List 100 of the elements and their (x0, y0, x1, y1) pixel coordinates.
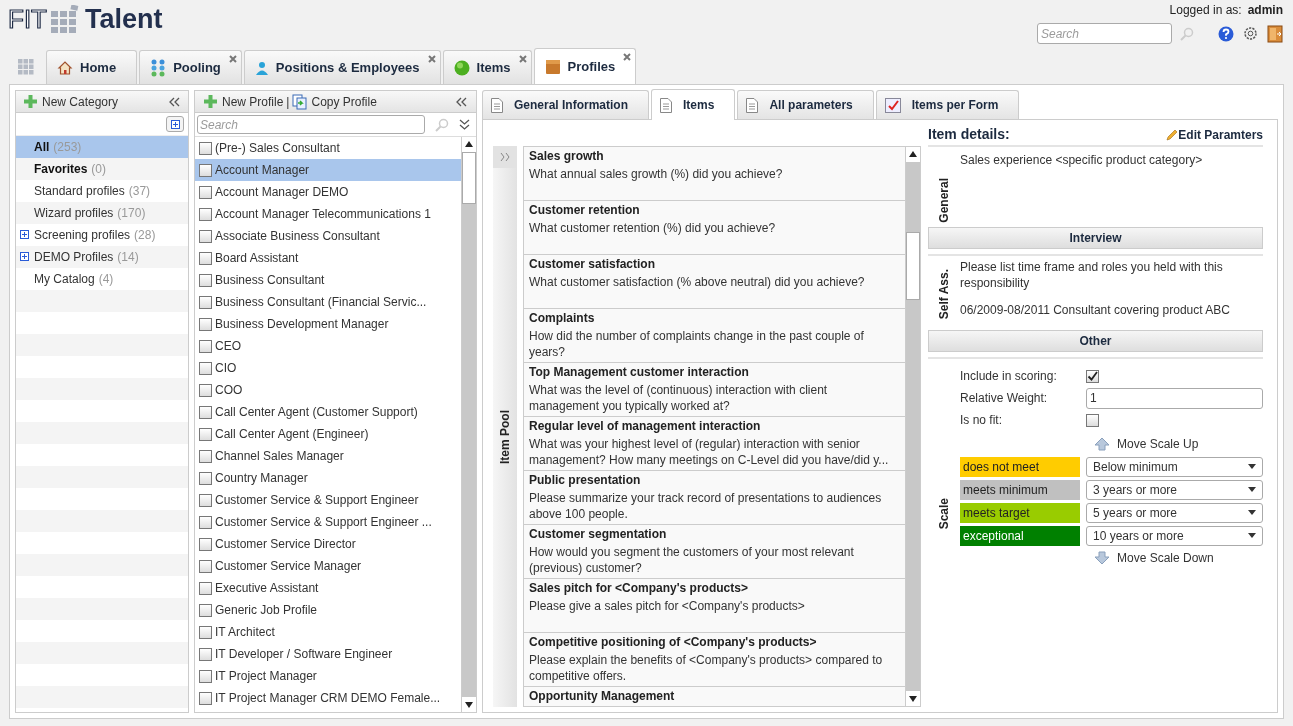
copy-profile-button[interactable]: Copy Profile (292, 92, 377, 111)
checkbox[interactable] (199, 537, 212, 551)
tab[interactable]: General Information (482, 90, 650, 119)
checkbox[interactable] (199, 273, 212, 287)
scale-dropdown[interactable]: 10 years or more (1086, 525, 1263, 546)
tab[interactable]: Positions & Employees (243, 50, 441, 84)
scrollbar-thumb[interactable] (462, 152, 476, 204)
scroll-up-icon[interactable] (462, 137, 476, 152)
close-icon[interactable] (228, 55, 237, 63)
edit-parameters-button[interactable]: Edit Paramters (1166, 125, 1263, 144)
category-item[interactable]: All (253) (16, 136, 188, 158)
scrollbar-thumb[interactable] (906, 232, 920, 300)
checkbox[interactable] (199, 207, 212, 221)
profile-item[interactable]: Channel Sales Manager (195, 445, 461, 467)
tab[interactable]: All parameters (737, 90, 874, 119)
settings-icon[interactable] (1242, 25, 1259, 42)
profile-item[interactable]: IT Architect (195, 621, 461, 643)
profile-item[interactable]: Generic Job Profile (195, 599, 461, 621)
checkbox[interactable] (199, 493, 212, 507)
scale-dropdown[interactable]: Below minimum (1086, 456, 1263, 477)
checkbox[interactable] (199, 427, 212, 441)
tab[interactable]: Items (442, 50, 532, 84)
profile-item[interactable]: IT Developer / Software Engineer (195, 643, 461, 665)
tab[interactable]: Home (46, 50, 138, 84)
expand-icon[interactable] (20, 230, 29, 239)
profile-item[interactable]: Country Manager (195, 467, 461, 489)
close-icon[interactable] (518, 55, 527, 63)
profile-item[interactable]: COO (195, 379, 461, 401)
collapse-icon[interactable] (168, 96, 180, 107)
checkbox[interactable] (199, 625, 212, 639)
profile-item[interactable]: Customer Service Manager (195, 555, 461, 577)
profile-item[interactable]: Call Center Agent (Customer Support) (195, 401, 461, 423)
collapse-icon[interactable] (455, 96, 467, 107)
checkbox[interactable] (199, 647, 212, 661)
profile-item[interactable]: CIO (195, 357, 461, 379)
profile-item[interactable]: CEO (195, 335, 461, 357)
checkbox[interactable] (199, 361, 212, 375)
checkbox[interactable] (199, 383, 212, 397)
checkbox[interactable] (199, 141, 212, 155)
scale-dropdown[interactable]: 3 years or more (1086, 479, 1263, 500)
checkbox[interactable] (199, 295, 212, 309)
profile-item[interactable]: Account Manager DEMO (195, 181, 461, 203)
scroll-up-icon[interactable] (906, 147, 920, 162)
profile-item[interactable]: IT Project Manager (195, 665, 461, 687)
scroll-down-icon[interactable] (462, 697, 476, 712)
tab[interactable]: Profiles (533, 48, 637, 84)
scroll-down-icon[interactable] (906, 691, 920, 706)
tab[interactable]: Items per Form (875, 90, 1020, 119)
checkbox[interactable] (199, 185, 212, 199)
profile-item[interactable]: Account Manager (195, 159, 461, 181)
checkbox[interactable] (199, 229, 212, 243)
profile-item[interactable]: Business Consultant (195, 269, 461, 291)
expand-icon[interactable] (20, 252, 29, 261)
profile-item[interactable]: Executive Assistant (195, 577, 461, 599)
profile-item[interactable]: Customer Service & Support Engineer ... (195, 511, 461, 533)
close-icon[interactable] (427, 55, 436, 63)
category-item[interactable]: Favorites (0) (16, 158, 188, 180)
help-icon[interactable] (1218, 25, 1234, 42)
profile-item[interactable]: Customer Service & Support Engineer (195, 489, 461, 511)
checkbox[interactable] (199, 581, 212, 595)
category-item[interactable]: DEMO Profiles (14) (16, 246, 188, 268)
profile-item[interactable]: Business Development Manager (195, 313, 461, 335)
checkbox[interactable] (199, 163, 212, 177)
category-item[interactable]: Standard profiles (37) (16, 180, 188, 202)
checkbox[interactable] (199, 515, 212, 529)
chevron-down-icon[interactable] (459, 119, 470, 130)
profile-item[interactable]: (Pre-) Sales Consultant (195, 137, 461, 159)
checkbox[interactable] (199, 339, 212, 353)
search-field[interactable]: Search (1037, 23, 1172, 44)
tab[interactable]: Items (651, 89, 736, 120)
category-item[interactable]: My Catalog (4) (16, 268, 188, 290)
profile-item[interactable]: IT Project Manager CRM DEMO Female... (195, 687, 461, 709)
move-scale-down-button[interactable]: Move Scale Down (1094, 547, 1263, 569)
scale-dropdown[interactable]: 5 years or more (1086, 502, 1263, 523)
door-icon[interactable] (1267, 24, 1283, 43)
checkbox[interactable] (199, 449, 212, 463)
profile-item[interactable]: Associate Business Consultant (195, 225, 461, 247)
checkbox[interactable] (199, 669, 212, 683)
checkbox[interactable] (199, 317, 212, 331)
checkbox[interactable] (199, 559, 212, 573)
checkbox[interactable] (199, 471, 212, 485)
checkbox[interactable] (199, 691, 212, 705)
profile-item[interactable]: Call Center Agent (Engineer) (195, 423, 461, 445)
category-item[interactable]: Screening profiles (28) (16, 224, 188, 246)
category-item[interactable]: Wizard profiles (170) (16, 202, 188, 224)
search-field[interactable]: Search (197, 115, 425, 134)
tab[interactable]: Pooling (139, 50, 242, 84)
weight-field[interactable]: 1 (1086, 387, 1263, 409)
profile-item[interactable]: Account Manager Telecommunications 1 (195, 203, 461, 225)
checkbox[interactable] (1086, 369, 1099, 383)
expand-all-button[interactable] (166, 116, 184, 132)
checkbox[interactable] (199, 251, 212, 265)
profile-item[interactable]: Customer Service Director (195, 533, 461, 555)
profile-item[interactable]: Business Consultant (Financial Servic... (195, 291, 461, 313)
close-icon[interactable] (623, 53, 632, 61)
checkbox[interactable] (199, 603, 212, 617)
checkbox[interactable] (199, 405, 212, 419)
new-profile-button[interactable]: New Profile (204, 92, 284, 111)
checkbox[interactable] (1086, 413, 1099, 427)
profile-item[interactable]: Board Assistant (195, 247, 461, 269)
